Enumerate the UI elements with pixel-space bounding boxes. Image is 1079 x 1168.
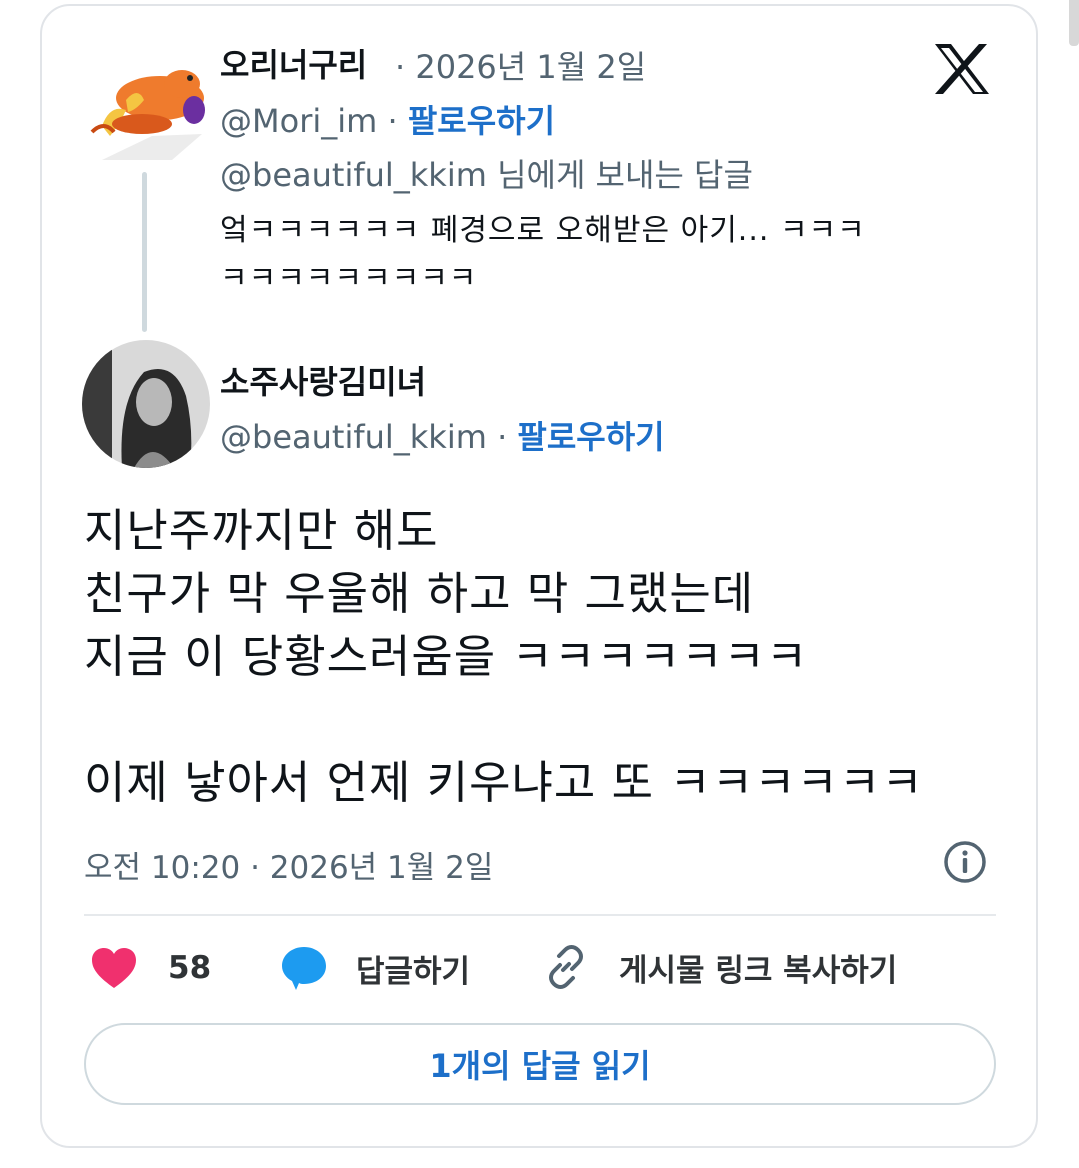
reply-label: 답글하기: [356, 953, 471, 990]
reply-handle[interactable]: @Mori_im: [220, 102, 377, 140]
read-replies-button[interactable]: 1개의 답글 읽기: [84, 1023, 996, 1105]
reply-author-name[interactable]: 오리너구리: [220, 40, 367, 86]
reply-handle-row: @Mori_im · 팔로우하기: [220, 96, 555, 142]
heart-icon: [92, 948, 136, 988]
reply-button[interactable]: 답글하기: [280, 944, 470, 992]
copy-link-button[interactable]: 게시물 링크 복사하기: [543, 944, 897, 990]
follow-button[interactable]: 팔로우하기: [408, 102, 555, 140]
like-count: 58: [168, 950, 212, 986]
scrollbar[interactable]: [1069, 0, 1079, 46]
separator: ·: [486, 418, 518, 456]
copy-link-label: 게시물 링크 복사하기: [619, 952, 898, 989]
follow-button[interactable]: 팔로우하기: [517, 418, 664, 456]
divider: [84, 914, 996, 916]
post-text-line: 이제 낳아서 언제 키우냐고 또 ㅋㅋㅋㅋㅋㅋ: [84, 756, 924, 809]
replying-to-label: @beautiful_kkim 님에게 보내는 답글: [220, 156, 753, 194]
speech-bubble-icon: [282, 947, 326, 990]
post-author-name[interactable]: 소주사랑김미녀: [220, 357, 426, 403]
post-handle-row: @beautiful_kkim · 팔로우하기: [220, 412, 665, 458]
post-handle[interactable]: @beautiful_kkim: [220, 418, 487, 456]
separator: ·: [377, 102, 408, 140]
post-text-line: 친구가 막 우울해 하고 막 그랬는데: [84, 567, 755, 620]
info-icon[interactable]: [943, 840, 987, 884]
post-author-avatar[interactable]: [82, 340, 210, 468]
post-timestamp[interactable]: 오전 10:20 · 2026년 1월 2일: [84, 842, 493, 887]
link-icon: [549, 945, 583, 989]
post-text-line: 지난주까지만 해도: [84, 504, 439, 557]
thread-connector-line: [142, 172, 147, 332]
reply-text-line: 엌ㅋㅋㅋㅋㅋㅋ 폐경으로 오해받은 아기... ㅋㅋㅋ: [220, 213, 866, 248]
reply-author-avatar[interactable]: [82, 40, 210, 168]
post-text-line: 지금 이 당황스러움을 ㅋㅋㅋㅋㅋㅋㅋ: [84, 630, 809, 683]
reply-date[interactable]: · 2026년 1월 2일: [395, 42, 646, 88]
like-button[interactable]: 58: [90, 946, 211, 990]
reply-text-line: ㅋㅋㅋㅋㅋㅋㅋㅋㅋ: [220, 261, 478, 296]
x-logo-icon[interactable]: [933, 42, 991, 96]
